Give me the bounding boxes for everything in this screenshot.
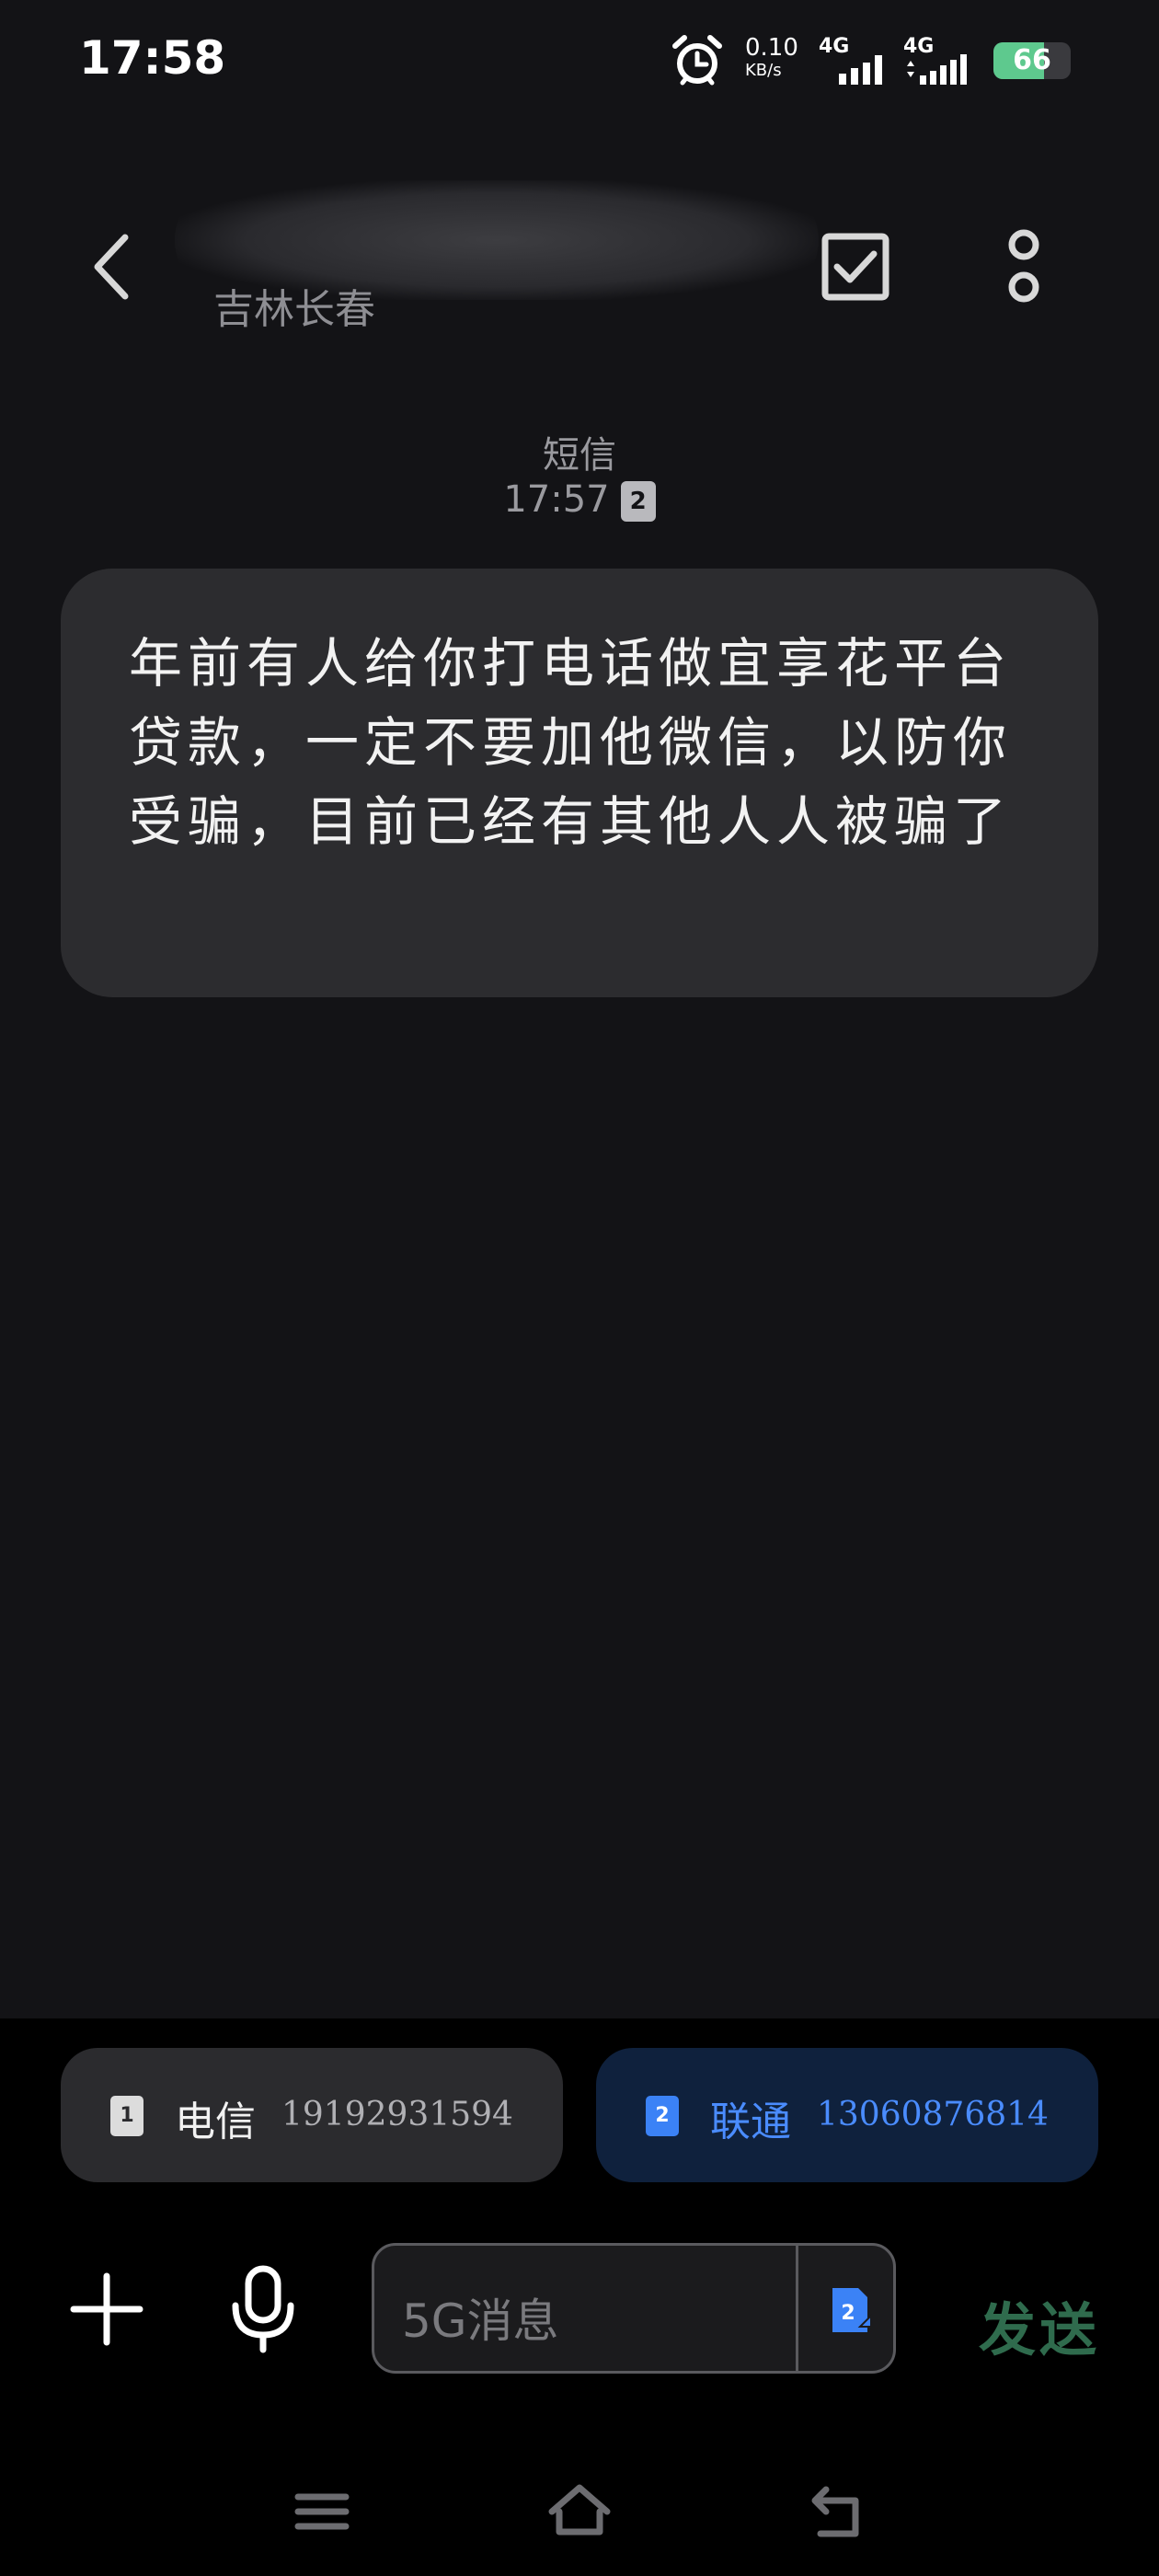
sim2-signal: 4G [903,35,982,88]
network-speed-value: 0.10 [745,34,798,62]
input-sim-slot: 2 [841,2302,855,2325]
back-arrow-icon[interactable] [88,230,134,304]
battery-icon: 66 [993,42,1071,79]
checkbox-icon[interactable] [819,230,892,304]
message-text: 年前有人给你打电话做宜享花平台贷款，一定不要加他微信，以防你受骗，目前已经有其他… [129,632,1013,853]
sim1-carrier: 电信 [175,2099,256,2145]
signal-icon [839,55,882,85]
sim1-signal: 4G [819,35,898,88]
more-vertical-icon[interactable] [1001,226,1047,309]
message-input[interactable]: 5G消息 2 [372,2243,896,2374]
status-bar: 17:58 0.10 KB/s 4G 4G 66 [0,0,1159,120]
plus-icon[interactable] [70,2272,143,2346]
sim2-icon: 2 [646,2096,679,2136]
message-bubble[interactable]: 年前有人给你打电话做宜享花平台贷款，一定不要加他微信，以防你受骗，目前已经有其他… [61,569,1098,997]
sim2-number: 13060876814 [817,2096,1049,2133]
message-timestamp-row: 17:57 2 [0,478,1159,522]
sim2-send-button[interactable]: 2 联通 13060876814 [596,2048,1098,2182]
message-timestamp: 17:57 [503,478,610,521]
network-speed: 0.10 KB/s [745,35,800,81]
alarm-icon [672,35,722,86]
status-time: 17:58 [79,31,226,85]
sim2-switch-icon[interactable]: 2 [823,2284,878,2340]
sim1-icon: 1 [110,2096,143,2136]
sim2-carrier: 联通 [710,2099,791,2145]
sim1-number: 19192931594 [281,2096,513,2133]
contact-location: 吉林长春 [213,286,375,333]
send-button[interactable]: 发送 [979,2283,1100,2366]
network-speed-unit: KB/s [745,61,782,80]
sim-indicator-badge: 2 [620,481,656,522]
sim1-send-button[interactable]: 1 电信 19192931594 [61,2048,563,2182]
signal-icon [907,54,967,85]
battery-level: 66 [1013,44,1051,76]
microphone-icon[interactable] [226,2263,300,2355]
home-icon[interactable] [543,2475,616,2548]
back-icon[interactable] [800,2475,874,2548]
menu-icon[interactable] [285,2475,359,2548]
input-divider [796,2246,798,2371]
message-input-placeholder: 5G消息 [402,2294,559,2348]
message-type-label: 短信 [543,434,616,477]
